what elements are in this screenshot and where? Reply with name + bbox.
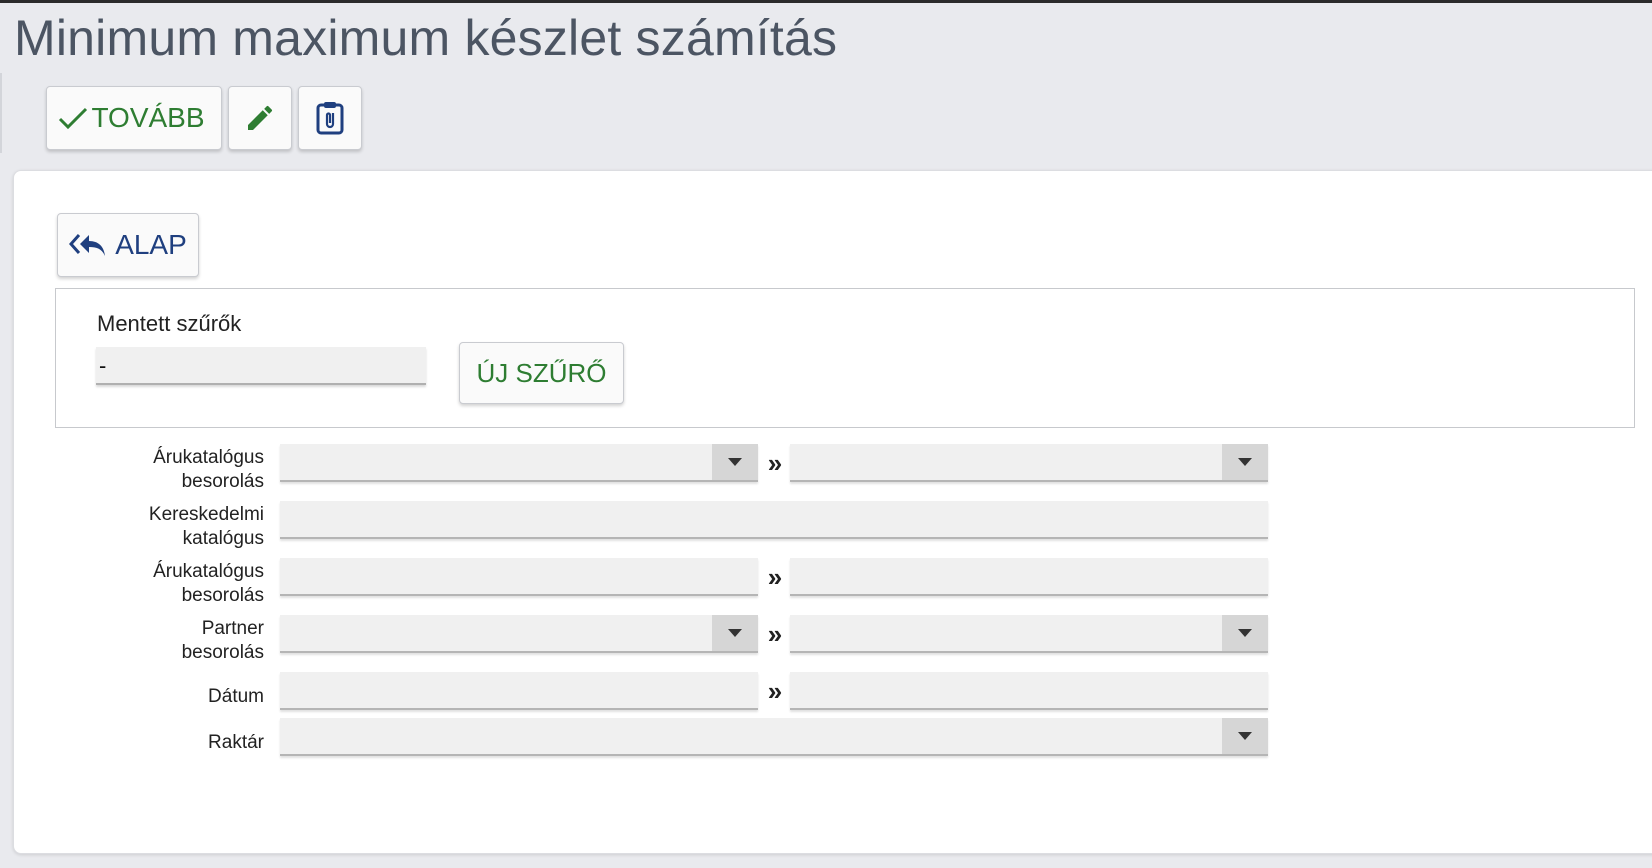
- saved-filters-label: Mentett szűrők: [97, 311, 242, 336]
- basic-button-label: ALAP: [115, 229, 187, 260]
- main-panel: ALAP Mentett szűrők - ÚJ SZŰRŐ Árukataló…: [13, 170, 1652, 854]
- commercial-catalog-input[interactable]: [280, 501, 1268, 539]
- chevron-down-icon[interactable]: [712, 444, 758, 480]
- range-separator: »: [767, 619, 783, 649]
- row-label: Árukatalógus besorolás: [153, 561, 264, 606]
- next-button[interactable]: TOVÁBB: [46, 86, 222, 150]
- product-catalog-to-input[interactable]: [790, 558, 1268, 596]
- saved-filters-select[interactable]: -: [96, 347, 426, 385]
- partner-class-to-select[interactable]: [790, 615, 1268, 653]
- next-button-label: TOVÁBB: [91, 102, 205, 133]
- row-label: Árukatalógus besorolás: [153, 447, 264, 492]
- partner-class-from-select[interactable]: [280, 615, 758, 653]
- date-from-input[interactable]: [280, 672, 758, 710]
- attach-button[interactable]: [298, 86, 362, 150]
- row-label: Partner besorolás: [181, 618, 264, 663]
- new-filter-button[interactable]: ÚJ SZŰRŐ: [459, 342, 624, 404]
- left-edge: [0, 73, 2, 153]
- row-label: Dátum: [208, 686, 264, 707]
- double-reply-icon: [69, 234, 106, 256]
- page-title: Minimum maximum készlet számítás: [14, 10, 838, 66]
- range-separator: »: [767, 448, 783, 478]
- basic-button[interactable]: ALAP: [57, 213, 199, 277]
- chevron-down-icon[interactable]: [1222, 444, 1268, 480]
- clipboard-attach-icon: [316, 102, 344, 135]
- toolbar: TOVÁBB: [46, 86, 362, 150]
- pencil-icon: [248, 105, 273, 130]
- warehouse-select[interactable]: [280, 718, 1268, 756]
- product-catalog-to-select[interactable]: [790, 444, 1268, 482]
- chevron-down-icon[interactable]: [1222, 718, 1268, 754]
- row-label: Kereskedelmi katalógus: [148, 504, 264, 549]
- range-separator: »: [767, 562, 783, 592]
- product-catalog-from-select[interactable]: [280, 444, 758, 482]
- chevron-down-icon[interactable]: [1222, 615, 1268, 651]
- saved-filters-box: Mentett szűrők - ÚJ SZŰRŐ: [55, 288, 1635, 428]
- edit-button[interactable]: [228, 86, 292, 150]
- chevron-down-icon[interactable]: [712, 615, 758, 651]
- product-catalog-from-input[interactable]: [280, 558, 758, 596]
- date-to-input[interactable]: [790, 672, 1268, 710]
- range-separator: »: [767, 676, 783, 706]
- checkmark-icon: [59, 107, 88, 130]
- row-label: Raktár: [208, 732, 264, 753]
